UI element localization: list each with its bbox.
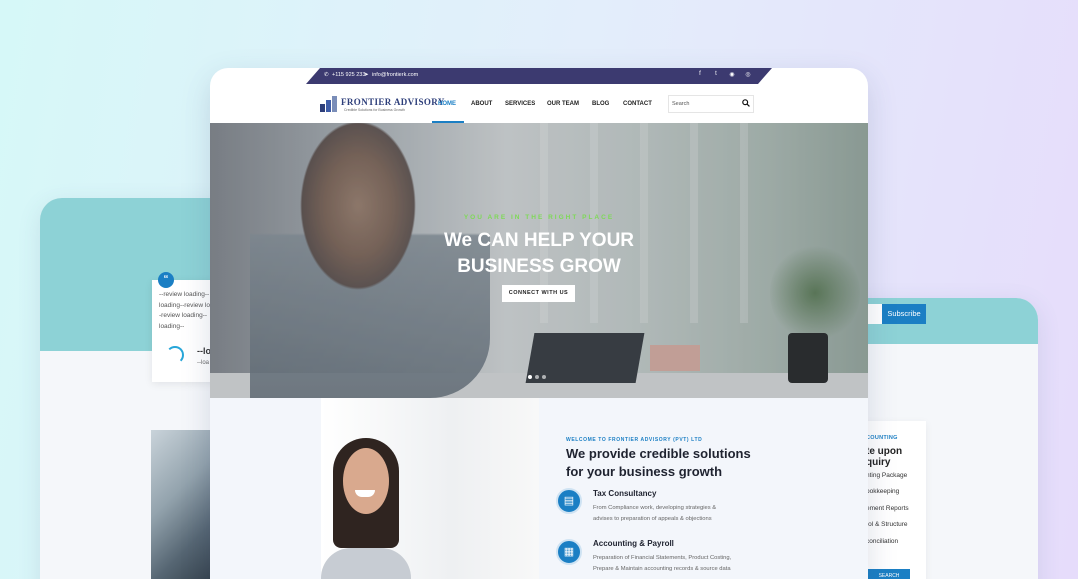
review-text: -review loading--: [159, 312, 208, 319]
sidebar-button[interactable]: SEARCH: [868, 569, 910, 579]
slider-dot[interactable]: [528, 375, 532, 379]
office-photo: [151, 430, 211, 579]
section-tag: WELCOME TO FRONTIER ADVISORY (PVT) LTD: [566, 437, 703, 443]
hero-title: We CAN HELP YOUR BUSINESS GROW: [443, 230, 635, 277]
service-desc-tax: From Compliance work, developing strateg…: [593, 505, 717, 522]
nav-home[interactable]: HOME: [438, 101, 456, 107]
service-title-accounting[interactable]: Accounting & Payroll: [593, 539, 674, 548]
section-heading: We provide credible solutions for your b…: [566, 446, 751, 479]
search-icon[interactable]: [742, 99, 750, 107]
sidebar-item[interactable]: rol & Structure: [866, 521, 908, 528]
review-text: --review loading--: [159, 291, 210, 298]
loading-spinner-icon: [166, 346, 184, 364]
loading-name: --lo: [197, 346, 211, 356]
connect-button[interactable]: CONNECT WITH US: [502, 285, 575, 302]
hero-kicker: YOU ARE IN THE RIGHT PLACE: [463, 214, 615, 221]
nav-our-team[interactable]: OUR TEAM: [547, 101, 579, 107]
logo-tagline: Credible Solutions for Business Growth: [344, 108, 405, 112]
search-placeholder: Search: [672, 101, 690, 107]
mail-icon: ➤: [364, 72, 369, 78]
slider-dot[interactable]: [535, 375, 539, 379]
nav-blog[interactable]: BLOG: [592, 101, 609, 107]
logo-icon[interactable]: [320, 96, 338, 112]
nav-about[interactable]: ABOUT: [471, 101, 492, 107]
logo-text[interactable]: FRONTIER ADVISORY: [341, 97, 445, 107]
phone-icon: ✆: [324, 72, 329, 78]
review-text: loading--review lo: [159, 302, 210, 309]
sidebar-tag: COUNTING: [866, 435, 898, 441]
instagram-icon[interactable]: ◉: [728, 71, 736, 78]
quote-icon: “: [158, 272, 174, 288]
pinterest-icon[interactable]: ◎: [744, 71, 752, 78]
phone-number[interactable]: +115 925 233: [332, 72, 365, 78]
sidebar-item[interactable]: conciliation: [866, 538, 898, 545]
review-text: loading--: [159, 323, 185, 330]
sidebar-item[interactable]: nting Package: [866, 472, 907, 479]
sidebar-item[interactable]: ookkeeping: [866, 488, 899, 495]
nav-contact[interactable]: CONTACT: [623, 101, 652, 107]
main-website-mockup: ✆ +115 925 233 ➤ info@frontierk.com f t …: [210, 68, 868, 579]
nav-services[interactable]: SERVICES: [505, 101, 535, 107]
chart-person-icon: ▤: [556, 488, 582, 514]
service-desc-accounting: Preparation of Financial Statements, Pro…: [593, 555, 732, 572]
top-contact-bar: ✆ +115 925 233 ➤ info@frontierk.com f t …: [306, 68, 772, 84]
subscribe-button[interactable]: Subscribe: [882, 304, 926, 324]
calculator-icon: ▦: [556, 539, 582, 565]
facebook-icon[interactable]: f: [696, 71, 704, 77]
twitter-icon[interactable]: t: [712, 71, 720, 77]
slider-dot[interactable]: [542, 375, 546, 379]
services-sidebar-panel: [860, 421, 926, 579]
sidebar-item[interactable]: ement Reports: [866, 505, 909, 512]
service-title-tax[interactable]: Tax Consultancy: [593, 489, 656, 498]
smiling-woman-image: [321, 398, 539, 579]
sidebar-heading: te upon quiry: [866, 446, 903, 468]
about-section: [210, 398, 868, 579]
email-address[interactable]: info@frontierk.com: [372, 72, 418, 78]
loading-subtitle: --loa: [197, 360, 210, 366]
